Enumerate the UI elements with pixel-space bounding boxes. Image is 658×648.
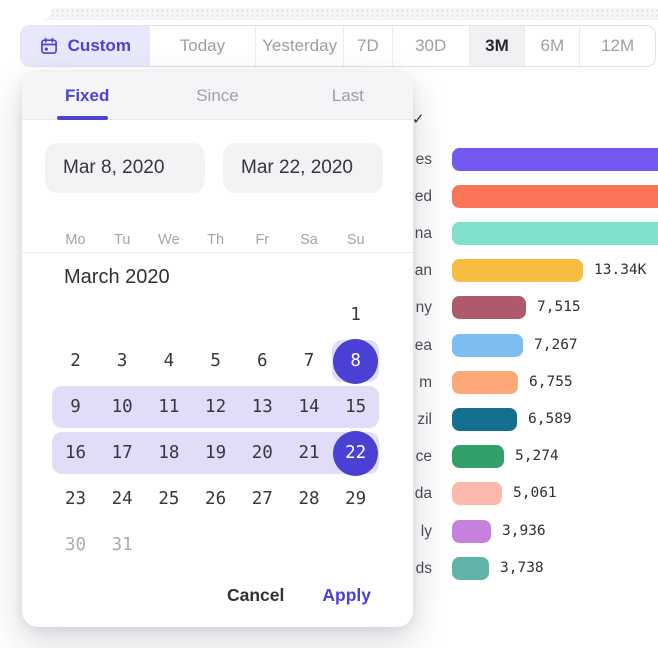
- bar[interactable]: [452, 445, 504, 468]
- tab-since[interactable]: Since: [152, 72, 282, 119]
- range-option-7d[interactable]: 7D: [343, 26, 392, 66]
- bar[interactable]: [452, 222, 658, 245]
- weekday-label: We: [145, 228, 192, 252]
- calendar-day-25[interactable]: 25: [145, 476, 192, 522]
- bar[interactable]: [452, 185, 658, 208]
- weekday-label: Tu: [99, 228, 146, 252]
- range-option-6m[interactable]: 6M: [524, 26, 579, 66]
- calendar-icon: [39, 36, 59, 56]
- calendar-day-30[interactable]: 30: [52, 522, 99, 568]
- bar[interactable]: [452, 520, 491, 543]
- calendar-day-29[interactable]: 29: [332, 476, 379, 522]
- calendar-day-17[interactable]: 17: [99, 430, 146, 476]
- range-option-12m[interactable]: 12M: [579, 26, 655, 66]
- calendar-day-3[interactable]: 3: [99, 338, 146, 384]
- bar[interactable]: [452, 296, 526, 319]
- bar[interactable]: [452, 408, 517, 431]
- range-option-label: 7D: [357, 36, 379, 56]
- value-label: 7,515: [537, 296, 581, 319]
- calendar-day-27[interactable]: 27: [239, 476, 286, 522]
- range-option-label: 3M: [485, 36, 509, 56]
- calendar-day-22[interactable]: 22: [332, 430, 379, 476]
- weekday-divider: [22, 252, 413, 253]
- weekday-label: Sa: [286, 228, 333, 252]
- range-option-label: 6M: [541, 36, 565, 56]
- calendar-day-4[interactable]: 4: [145, 338, 192, 384]
- value-label: 13.34K: [594, 259, 646, 282]
- calendar-day-20[interactable]: 20: [239, 430, 286, 476]
- bar[interactable]: [452, 148, 658, 171]
- range-option-3m[interactable]: 3M: [469, 26, 525, 66]
- weekday-label: Fr: [239, 228, 286, 252]
- bar[interactable]: [452, 557, 489, 580]
- range-option-label: Yesterday: [262, 36, 337, 56]
- calendar-day-11[interactable]: 11: [145, 384, 192, 430]
- bar[interactable]: [452, 259, 583, 282]
- start-date-input[interactable]: Mar 8, 2020: [45, 143, 205, 193]
- calendar-day-13[interactable]: 13: [239, 384, 286, 430]
- calendar-day-5[interactable]: 5: [192, 338, 239, 384]
- date-picker-popup: FixedSinceLast Mar 8, 2020 Mar 22, 2020 …: [22, 72, 413, 627]
- range-option-label: 12M: [601, 36, 634, 56]
- calendar-day-23[interactable]: 23: [52, 476, 99, 522]
- check-icon: ✓: [412, 110, 425, 128]
- date-picker-tabs: FixedSinceLast: [22, 72, 413, 120]
- end-date-input[interactable]: Mar 22, 2020: [223, 143, 383, 193]
- screenshot-root: CustomTodayYesterday7D30D3M6M12M esednaa…: [0, 0, 658, 648]
- value-label: 6,589: [528, 408, 572, 431]
- calendar-day-16[interactable]: 16: [52, 430, 99, 476]
- bar[interactable]: [452, 482, 502, 505]
- value-label: 5,061: [513, 482, 557, 505]
- calendar-day-31[interactable]: 31: [99, 522, 146, 568]
- tab-last[interactable]: Last: [283, 72, 413, 119]
- calendar-day-1[interactable]: 1: [332, 292, 379, 338]
- calendar-day-19[interactable]: 19: [192, 430, 239, 476]
- bar[interactable]: [452, 334, 523, 357]
- background-texture-strip: [0, 8, 658, 20]
- date-range-toolbar: Custom Today Yesterday 7D 30D 3M 6M 12M: [20, 25, 656, 67]
- active-tab-underline: [57, 116, 108, 120]
- value-label: 3,936: [502, 520, 546, 543]
- calendar-day-12[interactable]: 12: [192, 384, 239, 430]
- month-title: March 2020: [64, 266, 170, 289]
- range-option-yesterday[interactable]: Yesterday: [255, 26, 343, 66]
- calendar-day-6[interactable]: 6: [239, 338, 286, 384]
- calendar-day-8[interactable]: 8: [332, 338, 379, 384]
- popup-footer: Cancel Apply: [227, 577, 371, 613]
- calendar-day-9[interactable]: 9: [52, 384, 99, 430]
- card-corner: [0, 8, 52, 20]
- weekday-label: Su: [332, 228, 379, 252]
- calendar-day-10[interactable]: 10: [99, 384, 146, 430]
- tab-fixed[interactable]: Fixed: [22, 72, 152, 119]
- calendar-day-24[interactable]: 24: [99, 476, 146, 522]
- calendar-day-14[interactable]: 14: [286, 384, 333, 430]
- calendar-day-7[interactable]: 7: [286, 338, 333, 384]
- range-option-label: 30D: [415, 36, 446, 56]
- weekday-label: Mo: [52, 228, 99, 252]
- value-label: 5,274: [515, 445, 559, 468]
- range-option-label: Custom: [68, 36, 131, 56]
- value-label: 7,267: [534, 334, 578, 357]
- range-option-custom[interactable]: Custom: [21, 26, 149, 66]
- calendar-day-28[interactable]: 28: [286, 476, 333, 522]
- value-label: 3,738: [500, 557, 544, 580]
- bar[interactable]: [452, 371, 518, 394]
- calendar-day-21[interactable]: 21: [286, 430, 333, 476]
- cancel-button[interactable]: Cancel: [227, 577, 284, 613]
- calendar-day-26[interactable]: 26: [192, 476, 239, 522]
- calendar-day-15[interactable]: 15: [332, 384, 379, 430]
- weekday-label: Th: [192, 228, 239, 252]
- range-option-today[interactable]: Today: [149, 26, 256, 66]
- value-label: 6,755: [529, 371, 573, 394]
- apply-button[interactable]: Apply: [322, 577, 371, 613]
- calendar-day-18[interactable]: 18: [145, 430, 192, 476]
- calendar-day-2[interactable]: 2: [52, 338, 99, 384]
- range-option-30d[interactable]: 30D: [392, 26, 469, 66]
- range-option-label: Today: [180, 36, 225, 56]
